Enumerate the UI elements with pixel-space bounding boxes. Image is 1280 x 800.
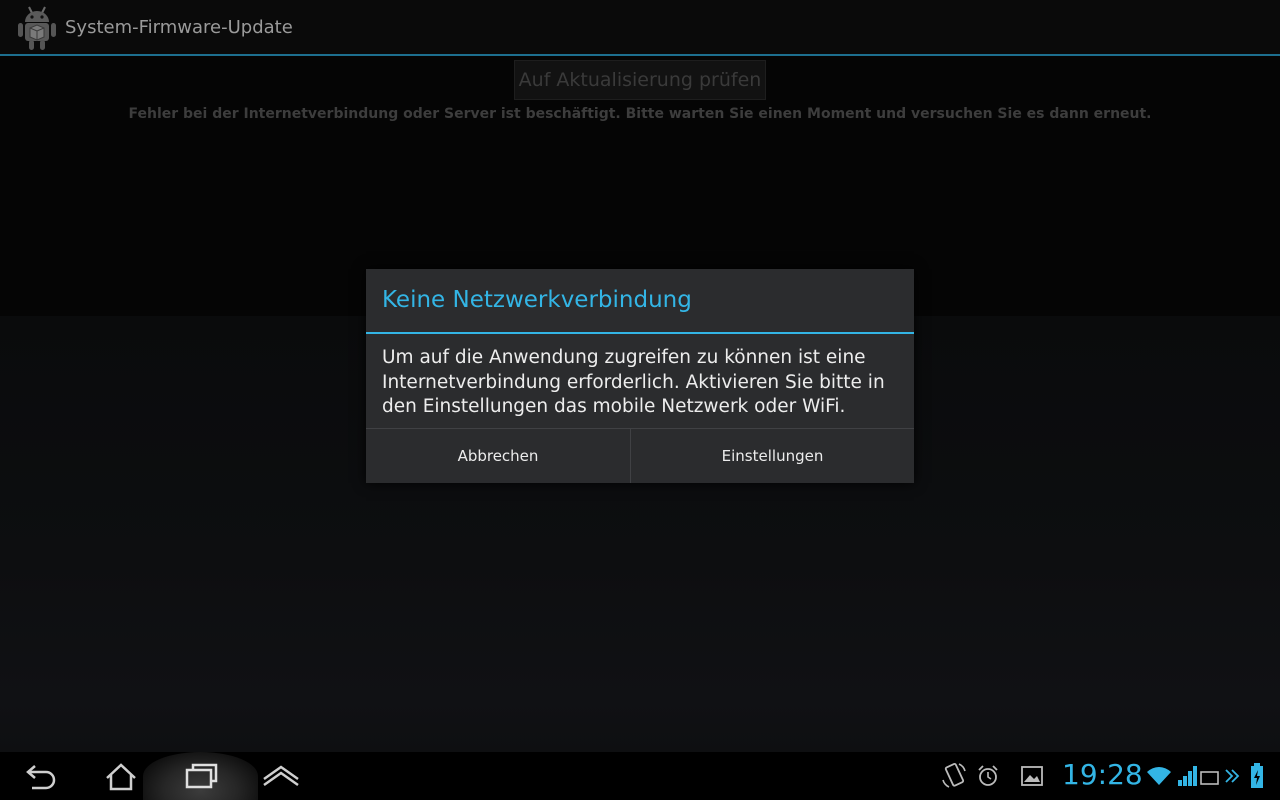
- home-icon[interactable]: [100, 752, 144, 800]
- app-title: System-Firmware-Update: [65, 17, 293, 38]
- expand-icon[interactable]: [1224, 766, 1240, 786]
- status-clock: 19:28: [1062, 758, 1143, 791]
- dialog-message: Um auf die Anwendung zugreifen zu können…: [382, 347, 885, 417]
- wifi-icon: [1146, 764, 1172, 788]
- battery-icon: [1250, 762, 1264, 790]
- screen: System-Firmware-Update Auf Aktualisierun…: [0, 0, 1280, 800]
- check-for-update-button[interactable]: Auf Aktualisierung prüfen: [514, 60, 766, 100]
- recent-apps-icon[interactable]: [178, 752, 226, 800]
- gallery-icon: [1020, 765, 1044, 787]
- action-bar: System-Firmware-Update: [0, 0, 1280, 56]
- error-message: Fehler bei der Internetverbindung oder S…: [128, 106, 1152, 122]
- menu-up-icon[interactable]: [260, 752, 302, 800]
- cancel-button[interactable]: Abbrechen: [366, 429, 631, 483]
- screen-rotation-icon[interactable]: [940, 762, 968, 790]
- dialog-divider: [366, 332, 914, 334]
- android-package-icon: [16, 4, 58, 52]
- settings-button[interactable]: Einstellungen: [631, 429, 914, 483]
- signal-icon: [1177, 764, 1199, 788]
- alarm-icon: [976, 764, 1000, 788]
- dialog-title: Keine Netzwerkverbindung: [382, 287, 692, 313]
- back-icon[interactable]: [18, 752, 62, 800]
- keyboard-icon: [1200, 770, 1220, 786]
- dialog-button-bar: Abbrechen Einstellungen: [366, 428, 914, 483]
- no-network-dialog: Keine Netzwerkverbindung Um auf die Anwe…: [366, 269, 914, 483]
